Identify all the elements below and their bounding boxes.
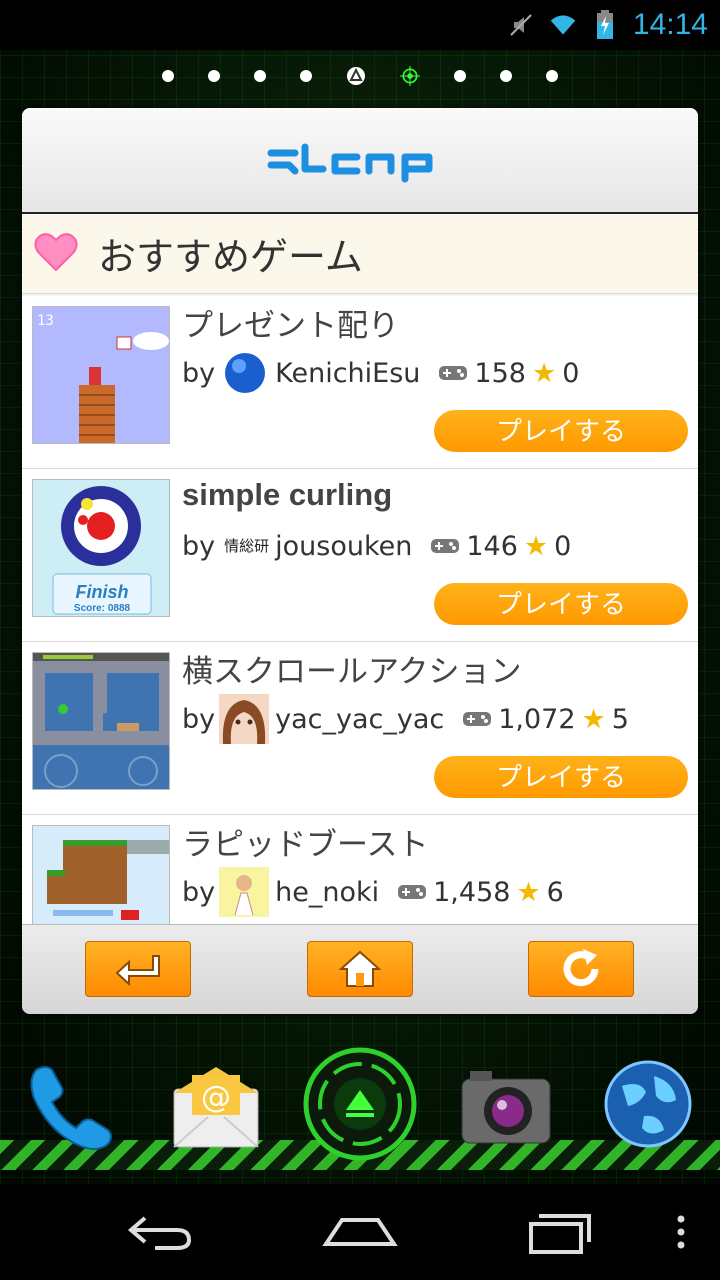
widget-home-button[interactable]	[307, 941, 413, 997]
gamepad-icon	[430, 536, 460, 556]
play-count: 158	[474, 357, 526, 389]
star-count: 6	[546, 876, 564, 908]
author-name: jousouken	[275, 530, 413, 562]
by-label: by	[182, 530, 216, 562]
home-icon	[338, 950, 382, 987]
game-meta: by 情総研 jousouken 146 ★ 0	[182, 521, 571, 571]
page-dot	[254, 70, 266, 82]
play-button[interactable]: プレイする	[434, 410, 688, 452]
game-title[interactable]: simple curling	[182, 477, 392, 513]
page-dot	[546, 70, 558, 82]
avatar-text: 情総研	[224, 536, 270, 555]
back-icon	[115, 955, 160, 986]
curling-thumbnail[interactable]: Finish Score: 0888	[32, 479, 170, 617]
nav-recent-apps-button[interactable]	[520, 1206, 600, 1258]
play-count: 1,072	[498, 703, 576, 735]
gamepad-icon	[462, 709, 492, 729]
star-count: 5	[611, 703, 629, 735]
home-dock: @	[0, 1040, 720, 1190]
nav-back-button[interactable]	[120, 1206, 200, 1258]
app-drawer-icon[interactable]	[302, 1046, 418, 1162]
section-title: おすすめゲーム	[98, 235, 363, 279]
author-name: yac_yac_yac	[275, 703, 445, 735]
thumb-finish-text: Finish	[76, 582, 129, 602]
email-icon[interactable]: @	[168, 1062, 264, 1152]
star-icon: ★	[523, 530, 549, 562]
game-list-item[interactable]: 横スクロールアクション by yac_yac_yac 1,072 ★ 5 プレイ…	[22, 642, 698, 815]
play-count: 146	[466, 530, 518, 562]
star-count: 0	[554, 530, 572, 562]
nav-home-button[interactable]	[320, 1206, 400, 1258]
game-title[interactable]: 横スクロールアクション	[182, 646, 521, 691]
author-avatar	[219, 867, 270, 917]
by-label: by	[182, 703, 216, 735]
widget-back-button[interactable]	[85, 941, 191, 997]
game-title[interactable]: ラピッドブースト	[182, 819, 428, 864]
game-list-item[interactable]: Finish Score: 0888 simple curling by 情総研…	[22, 469, 698, 642]
author-avatar	[219, 694, 270, 744]
status-bar: 14:14	[0, 0, 720, 50]
widget-header	[22, 108, 698, 214]
play-count: 1,458	[433, 876, 511, 908]
play-button[interactable]: プレイする	[434, 756, 688, 798]
system-nav-bar	[0, 1184, 720, 1280]
gamepad-icon	[397, 882, 427, 902]
by-label: by	[182, 357, 216, 389]
heart-icon	[34, 232, 78, 276]
author-avatar: 情総研	[219, 521, 270, 571]
game-list-item[interactable]: ラピッドブースト by he_noki 1,458 ★ 6	[22, 815, 698, 924]
page-dot	[300, 70, 312, 82]
author-avatar	[219, 348, 269, 398]
home-icon	[322, 1218, 398, 1246]
browser-globe-icon[interactable]	[600, 1056, 696, 1152]
camera-icon[interactable]	[456, 1062, 556, 1152]
game-meta: by yac_yac_yac 1,072 ★ 5	[182, 694, 629, 744]
game-meta: by he_noki 1,458 ★ 6	[182, 867, 564, 917]
widget-footer	[22, 924, 698, 1014]
triangle-page-icon	[346, 66, 366, 86]
star-icon: ★	[581, 703, 606, 735]
back-icon	[127, 1216, 192, 1250]
target-page-icon	[400, 66, 420, 86]
page-dot	[454, 70, 466, 82]
thumb-score-text: Score: 0888	[74, 603, 131, 614]
jleap-logo[interactable]	[265, 135, 455, 185]
platformer-thumbnail[interactable]: 13	[32, 306, 170, 444]
game-list[interactable]: 13 プレゼント配り by KenichiEsu 158 ★ 0 プレイする F…	[22, 296, 698, 924]
refresh-icon	[563, 949, 599, 987]
wifi-icon	[549, 11, 577, 39]
by-label: by	[182, 876, 216, 908]
play-button[interactable]: プレイする	[434, 583, 688, 625]
phone-icon[interactable]	[20, 1056, 120, 1156]
svg-text:@: @	[201, 1080, 231, 1115]
gamepad-icon	[438, 363, 468, 383]
overflow-menu-icon	[677, 1215, 685, 1249]
side-scroll-thumbnail[interactable]	[32, 652, 170, 790]
star-count: 0	[562, 357, 580, 389]
star-icon: ★	[516, 876, 541, 908]
clock: 14:14	[632, 8, 708, 41]
nav-overflow-menu-button[interactable]	[666, 1206, 696, 1258]
battery-charging-icon	[591, 10, 619, 39]
page-dot	[162, 70, 174, 82]
game-title[interactable]: プレゼント配り	[182, 300, 399, 345]
star-icon: ★	[531, 357, 557, 389]
recent-apps-icon	[529, 1214, 591, 1254]
homescreen-page-indicator	[0, 60, 720, 92]
page-dot	[500, 70, 512, 82]
thumb-level: 13	[37, 313, 54, 329]
section-header: おすすめゲーム	[22, 214, 698, 294]
game-meta: by KenichiEsu 158 ★ 0	[182, 348, 579, 398]
game-list-item[interactable]: 13 プレゼント配り by KenichiEsu 158 ★ 0 プレイする	[22, 296, 698, 469]
mute-icon	[507, 11, 535, 39]
recommended-games-widget: おすすめゲーム 13 プレゼント配り by KenichiEsu 158 ★ 0…	[22, 108, 698, 1014]
page-dot	[208, 70, 220, 82]
widget-refresh-button[interactable]	[528, 941, 634, 997]
rapid-boost-thumbnail[interactable]	[32, 825, 170, 924]
author-name: KenichiEsu	[275, 357, 421, 389]
author-name: he_noki	[275, 876, 380, 908]
